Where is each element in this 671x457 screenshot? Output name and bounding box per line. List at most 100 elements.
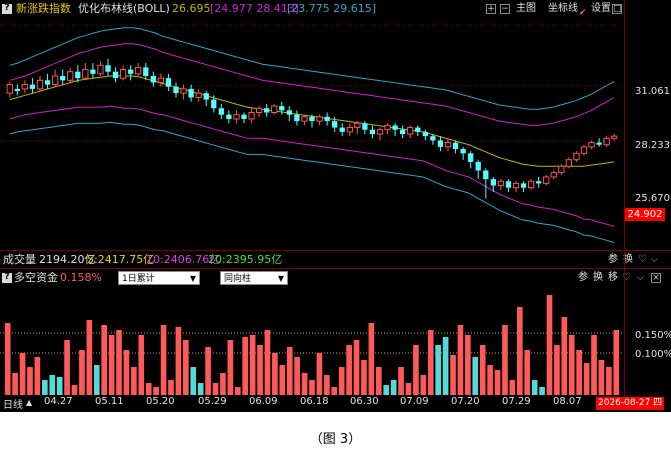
capital-bar	[131, 367, 137, 395]
date-tick: 05.20	[146, 396, 175, 407]
candle	[536, 176, 542, 188]
candle	[497, 179, 505, 190]
capital-bar	[190, 367, 197, 395]
style-select[interactable]: 同向柱 ▼	[220, 271, 288, 285]
period-label[interactable]: 日线	[3, 396, 23, 411]
capital-bar	[450, 355, 456, 395]
capital-bar	[249, 335, 256, 395]
capital-bar	[175, 327, 182, 395]
zoom-in-icon[interactable]: +	[486, 4, 496, 14]
capital-bar	[309, 380, 315, 395]
candle	[384, 123, 391, 134]
settings-button[interactable]: 设置	[591, 0, 611, 18]
capital-bar	[101, 325, 108, 395]
candle	[376, 127, 384, 141]
candle	[105, 58, 111, 76]
period-select[interactable]: 1日累计 ▼	[118, 271, 200, 285]
candle	[301, 114, 308, 126]
candle	[392, 123, 398, 137]
capital-params-button[interactable]: 参	[578, 269, 588, 287]
indicator-name[interactable]: 优化布林线(BOLL)	[78, 0, 170, 18]
candle	[437, 136, 444, 152]
candle	[173, 82, 179, 98]
candle	[203, 91, 209, 107]
capital-bar	[316, 353, 323, 395]
capital-bar	[442, 337, 449, 395]
capital-bar	[34, 357, 41, 395]
boll-candlestick-chart[interactable]	[0, 18, 671, 250]
heart-icon[interactable]: ♡	[638, 251, 647, 269]
candle	[346, 123, 353, 137]
app-window: ? 新涨跌指数 优化布林线(BOLL) 26.695 [24.977 28.41…	[0, 0, 671, 412]
dropdown-arrow-icon: ▼	[277, 274, 284, 283]
capital-bar	[138, 335, 145, 395]
collapse-icon[interactable]: ⌵	[651, 251, 658, 269]
candle	[520, 181, 527, 192]
triangle-up-icon[interactable]: ▲	[26, 398, 32, 407]
candle	[565, 157, 573, 169]
capital-bar	[502, 325, 508, 395]
capital-bar	[205, 347, 211, 395]
capital-bar	[183, 340, 189, 395]
capital-label-2: 0.100%	[635, 349, 671, 360]
current-price-tag: 24.902	[625, 208, 665, 221]
capital-bar	[509, 380, 516, 395]
capital-bar	[368, 323, 375, 395]
candle	[97, 60, 104, 76]
capital-bar	[49, 375, 56, 395]
capital-bar	[12, 373, 18, 395]
date-tick: 04.27	[44, 396, 73, 407]
capital-bar	[413, 345, 419, 395]
candle	[527, 179, 535, 190]
candle	[165, 73, 172, 92]
candle	[128, 65, 134, 81]
candle	[264, 103, 270, 117]
capital-percent: 0.158%	[60, 271, 102, 284]
candle	[44, 73, 51, 89]
candle	[233, 110, 240, 124]
candle	[180, 84, 187, 100]
capital-bar	[168, 380, 174, 395]
capital-flow-chart[interactable]	[0, 287, 671, 395]
volume-label: 成交量	[3, 253, 36, 266]
capital-bar	[516, 307, 523, 395]
capital-bar	[264, 330, 271, 395]
capital-bar	[539, 387, 545, 395]
capital-move-button[interactable]: 移	[608, 269, 618, 287]
help-icon[interactable]: ?	[2, 4, 12, 14]
main-chart-header: ? 新涨跌指数 优化布林线(BOLL) 26.695 [24.977 28.41…	[0, 0, 671, 18]
zoom-out-icon[interactable]: −	[500, 4, 510, 14]
boll-mid-value: 26.695	[172, 2, 211, 15]
volume-params-button[interactable]: 参	[608, 251, 618, 269]
capital-bar	[331, 387, 338, 395]
boll-inner-upper-line	[9, 43, 615, 126]
candle	[422, 129, 428, 141]
maximize-icon[interactable]: □	[612, 4, 622, 14]
capital-bar	[324, 375, 330, 395]
capital-bar	[64, 340, 70, 395]
capital-bar	[227, 340, 234, 395]
date-tick: 07.09	[400, 396, 429, 407]
candle	[218, 103, 224, 119]
candle	[294, 110, 300, 126]
capital-bar	[234, 387, 241, 395]
coordinate-line-button[interactable]: 坐标线	[548, 0, 578, 18]
candle	[135, 63, 142, 76]
capital-swap-button[interactable]: 换	[593, 269, 603, 287]
capital-bar	[383, 385, 390, 395]
dropdown-arrow-icon: ▼	[189, 274, 196, 283]
candle	[468, 151, 474, 169]
candle	[580, 144, 588, 156]
capital-bar	[606, 367, 612, 395]
candle	[354, 121, 361, 134]
candle	[512, 181, 520, 192]
close-icon[interactable]: ×	[651, 273, 661, 283]
collapse-icon[interactable]: ⌵	[637, 269, 644, 287]
candle	[415, 125, 421, 137]
capital-bar	[583, 363, 590, 395]
main-chart-button[interactable]: 主图	[516, 0, 536, 18]
capital-bar	[301, 373, 308, 395]
capital-bar	[279, 365, 286, 395]
help-icon[interactable]: ?	[2, 273, 12, 283]
capital-bar	[160, 325, 167, 395]
